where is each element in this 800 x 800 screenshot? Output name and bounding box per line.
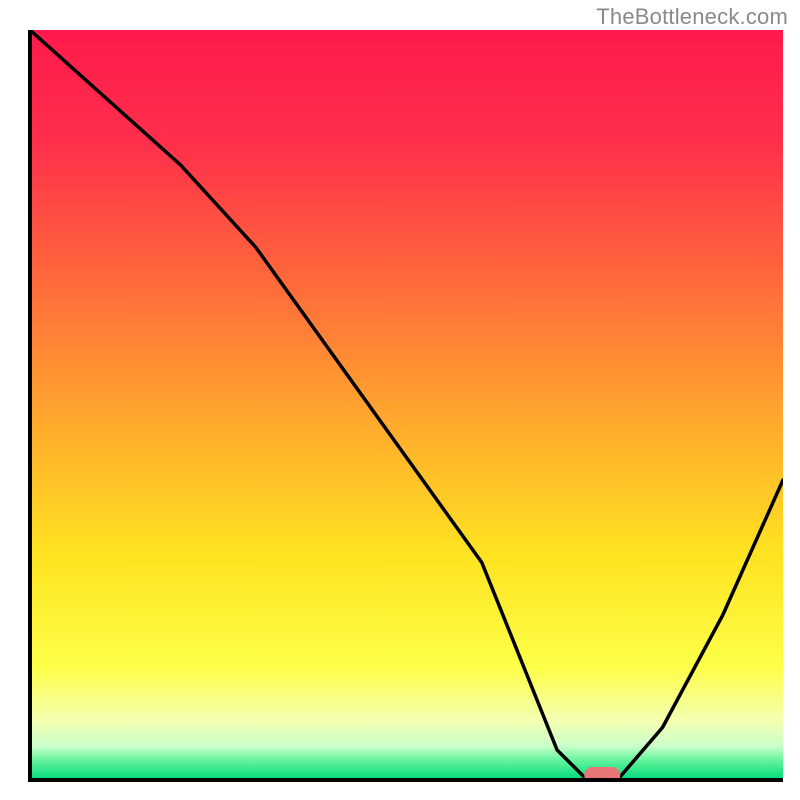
gradient-background xyxy=(30,30,783,780)
bottleneck-chart xyxy=(0,0,800,800)
watermark-label: TheBottleneck.com xyxy=(596,4,788,30)
chart-container: TheBottleneck.com xyxy=(0,0,800,800)
